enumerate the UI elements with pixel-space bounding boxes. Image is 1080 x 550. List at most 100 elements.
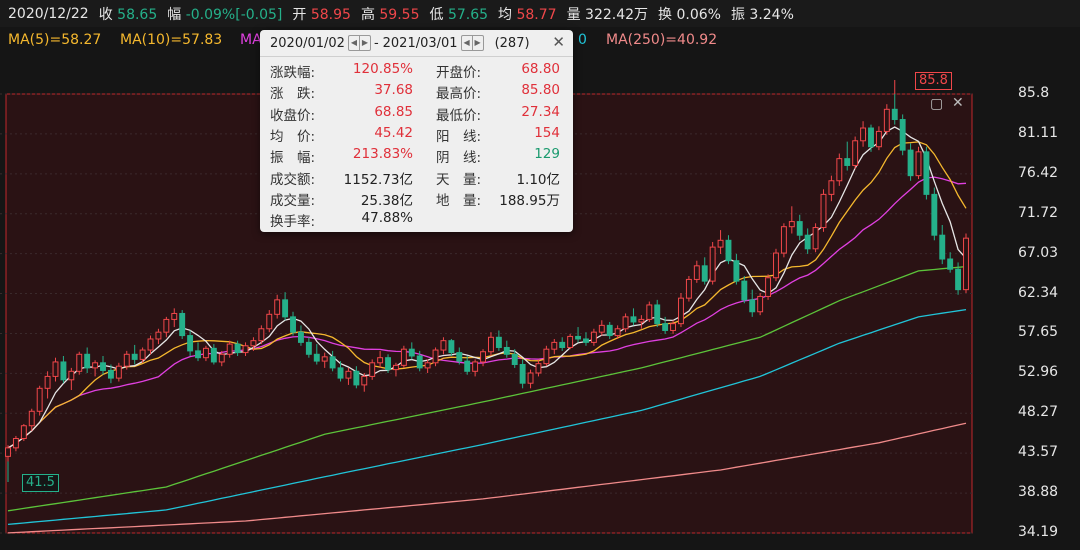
arrow-right-icon[interactable]: ▶ [358, 36, 370, 50]
candle-body [432, 349, 439, 364]
close-label: 收 [98, 6, 113, 23]
stat-label: 均 价: [270, 128, 316, 145]
candle-body [923, 151, 930, 195]
stat-value: 129 [534, 146, 560, 163]
start-date[interactable]: 2020/01/02 [270, 36, 345, 51]
candle-body [907, 149, 914, 177]
candle-body [337, 367, 344, 379]
arrow-left-icon[interactable]: ◀ [462, 36, 472, 50]
candle-body [321, 356, 328, 362]
candle-body [131, 353, 138, 360]
candle-body [480, 351, 486, 363]
stat-label: 换手率: [270, 214, 316, 231]
candle-body [242, 345, 249, 354]
candle-body [187, 335, 194, 352]
candle-body [717, 239, 724, 248]
candle-body [915, 151, 922, 177]
stat-row: 涨跌幅: 120.85% 开盘价: 68.80 [260, 61, 573, 83]
turnover-label: 换 [658, 6, 673, 23]
candle-body [448, 340, 455, 354]
candle-body [266, 313, 273, 330]
candle-body [535, 363, 542, 374]
date-dash: - [373, 35, 379, 51]
candle-body [765, 277, 772, 297]
candle-body [408, 348, 415, 357]
candle-body [488, 336, 494, 353]
stat-label: 振 幅: [270, 150, 316, 167]
arrow-right-icon[interactable]: ▶ [471, 36, 483, 50]
bar-count: (287) [494, 35, 530, 51]
candle-body [788, 221, 795, 228]
candle-body [472, 361, 479, 372]
high-label: 高 [360, 6, 375, 23]
candle-body [733, 260, 740, 282]
ma5-legend: MA(5)=58.27 [8, 32, 102, 48]
start-date-stepper[interactable]: ◀ ▶ [347, 35, 371, 51]
candle-body [250, 340, 257, 347]
candle-body [630, 316, 637, 323]
stat-label: 阳 线: [436, 128, 482, 145]
end-date-stepper[interactable]: ◀ ▶ [460, 35, 484, 51]
candle-body [377, 357, 384, 364]
stat-value: 188.95万 [499, 192, 560, 209]
stat-value: 1.10亿 [516, 171, 560, 188]
candle-body [274, 299, 281, 315]
close-icon[interactable]: ✕ [552, 33, 565, 51]
candle-body [139, 349, 146, 360]
stat-label: 最高价: [436, 86, 482, 103]
candle-body [226, 343, 233, 355]
stat-row: 收盘价: 68.85 最低价: 27.34 [260, 104, 573, 126]
candle-body [84, 353, 91, 369]
candle-body [361, 375, 368, 386]
range-label: 幅 [167, 6, 182, 23]
candle-body [400, 348, 407, 366]
price-tick-label: 57.65 [1018, 324, 1059, 341]
ma10-legend: MA(10)=57.83 [120, 32, 223, 48]
stat-value: 213.83% [352, 146, 413, 163]
stat-value: 120.85% [352, 61, 413, 77]
candle-body [646, 304, 653, 320]
price-tick-label: 34.19 [1018, 524, 1059, 540]
end-date[interactable]: 2021/03/01 [383, 36, 458, 51]
candle-body [883, 108, 890, 132]
candle-body [440, 340, 447, 351]
avg-label: 均 [498, 6, 513, 23]
price-tick-label: 52.96 [1018, 364, 1059, 381]
candle-body [670, 323, 677, 331]
stat-row: 涨 跌: 37.68 最高价: 85.80 [260, 82, 573, 104]
candle-body [662, 323, 669, 331]
candle-body [305, 341, 312, 355]
candle-body [804, 234, 811, 250]
candle-body [749, 299, 756, 313]
candle-body [290, 316, 296, 333]
ma20-legend: MA [240, 32, 262, 48]
close-chart-icon[interactable]: ✕ [952, 95, 964, 111]
candle-body [836, 158, 843, 182]
candle-body [606, 324, 613, 337]
low-label: 低 [429, 6, 444, 23]
candle-body [92, 362, 99, 369]
candle-body [100, 362, 106, 371]
candle-body [709, 246, 716, 282]
stat-value: 68.85 [374, 103, 413, 120]
stat-row: 振 幅: 213.83% 阴 线: 129 [260, 146, 573, 168]
amplitude-label: 振 [730, 6, 745, 23]
candle-body [12, 437, 19, 449]
candle-body [796, 221, 803, 236]
arrow-left-icon[interactable]: ◀ [349, 36, 359, 50]
popup-header: 2020/01/02 ◀ ▶ - 2021/03/01 ◀ ▶ (287) ✕ [260, 30, 573, 56]
open-label: 开 [292, 6, 307, 23]
candle-body [614, 328, 621, 337]
amplitude-value: 3.24% [749, 6, 794, 23]
candle-body [527, 372, 534, 384]
candle-body [369, 362, 376, 377]
stat-value: 47.88% [361, 210, 413, 227]
stat-row: 成交额: 1152.73亿 天 量: 1.10亿 [260, 168, 573, 190]
candle-body [464, 360, 471, 372]
popup-divider [260, 56, 573, 57]
candle-body [76, 353, 83, 372]
candle-body [20, 425, 27, 439]
maximize-icon[interactable]: ▢ [930, 96, 943, 112]
stat-label: 天 量: [436, 171, 482, 188]
candle-body [868, 127, 874, 148]
